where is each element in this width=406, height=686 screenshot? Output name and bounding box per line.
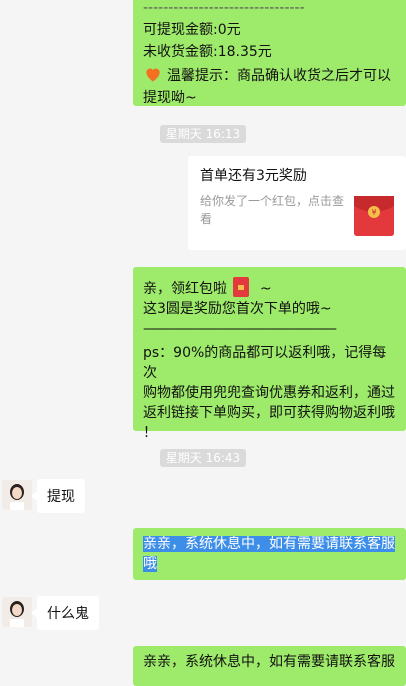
reward-line1: 亲，领红包啦 ~	[143, 277, 396, 299]
bot-message-balance: -------------------------------- 可提现金额:0…	[133, 0, 406, 106]
card-desc: 给你发了一个红包，点击查看	[200, 194, 345, 226]
reward-divider: ————————————————	[143, 321, 337, 337]
red-packet-icon: ¥	[354, 196, 394, 236]
offline-line2: 哦	[143, 554, 396, 574]
timestamp: 星期天 16:13	[0, 125, 406, 143]
bot-message-offline: 亲亲，系统休息中，如有需要请联系客服 哦	[133, 528, 406, 580]
offline-line1: 亲亲，系统休息中，如有需要请联系客服	[143, 534, 396, 554]
reward-tilde: ~	[259, 281, 272, 297]
user-message-text: 提现	[47, 489, 75, 505]
user-message: 什么鬼	[37, 596, 99, 630]
timestamp: 星期天 16:43	[0, 449, 406, 467]
card-title: 首单还有3元奖励	[200, 168, 307, 184]
user-message: 提现	[37, 479, 85, 513]
reward-greeting: 亲，领红包啦	[143, 281, 227, 297]
tip-text: 温馨提示：商品确认收货之后才可以	[167, 68, 391, 84]
pending-amount: 未收货金额:18.35元	[143, 44, 272, 60]
heart-icon	[146, 68, 160, 82]
red-envelope-icon	[233, 277, 250, 297]
tip-line: 温馨提示：商品确认收货之后才可以	[143, 64, 396, 86]
offline-line1: 亲亲，系统休息中，如有需要请联系客服	[143, 654, 395, 670]
bot-message-offline: 亲亲，系统休息中，如有需要请联系客服	[133, 646, 406, 686]
timestamp-text: 星期天 16:13	[159, 125, 247, 143]
user-message-text: 什么鬼	[47, 606, 89, 622]
selected-text: 亲亲，系统休息中，如有需要请联系客服	[143, 536, 395, 552]
selected-text: 哦	[143, 556, 157, 572]
tip-text-cont: 提现呦~	[143, 90, 197, 106]
separator-dashes: --------------------------------	[143, 0, 305, 16]
bot-message-reward: 亲，领红包啦 ~ 这3圆是奖励您首次下单的哦~ ————————————————…	[133, 267, 406, 441]
svg-text:¥: ¥	[371, 208, 376, 217]
reward-line5: 购物都使用兜兜查询优惠券和返利，通过	[143, 385, 395, 401]
timestamp-text: 星期天 16:43	[159, 449, 247, 467]
reward-line4: ps：90%的商品都可以返利哦，记得每次	[143, 345, 387, 381]
avatar[interactable]	[2, 597, 32, 627]
reward-line7: ！	[143, 425, 157, 441]
withdrawable-amount: 可提现金额:0元	[143, 22, 241, 38]
reward-line2: 这3圆是奖励您首次下单的哦~	[143, 301, 332, 317]
avatar[interactable]	[2, 480, 32, 510]
red-packet-card[interactable]: 首单还有3元奖励 给你发了一个红包，点击查看 ¥	[188, 156, 406, 250]
reward-line6: 返利链接下单购买，即可获得购物返利哦	[143, 405, 395, 421]
